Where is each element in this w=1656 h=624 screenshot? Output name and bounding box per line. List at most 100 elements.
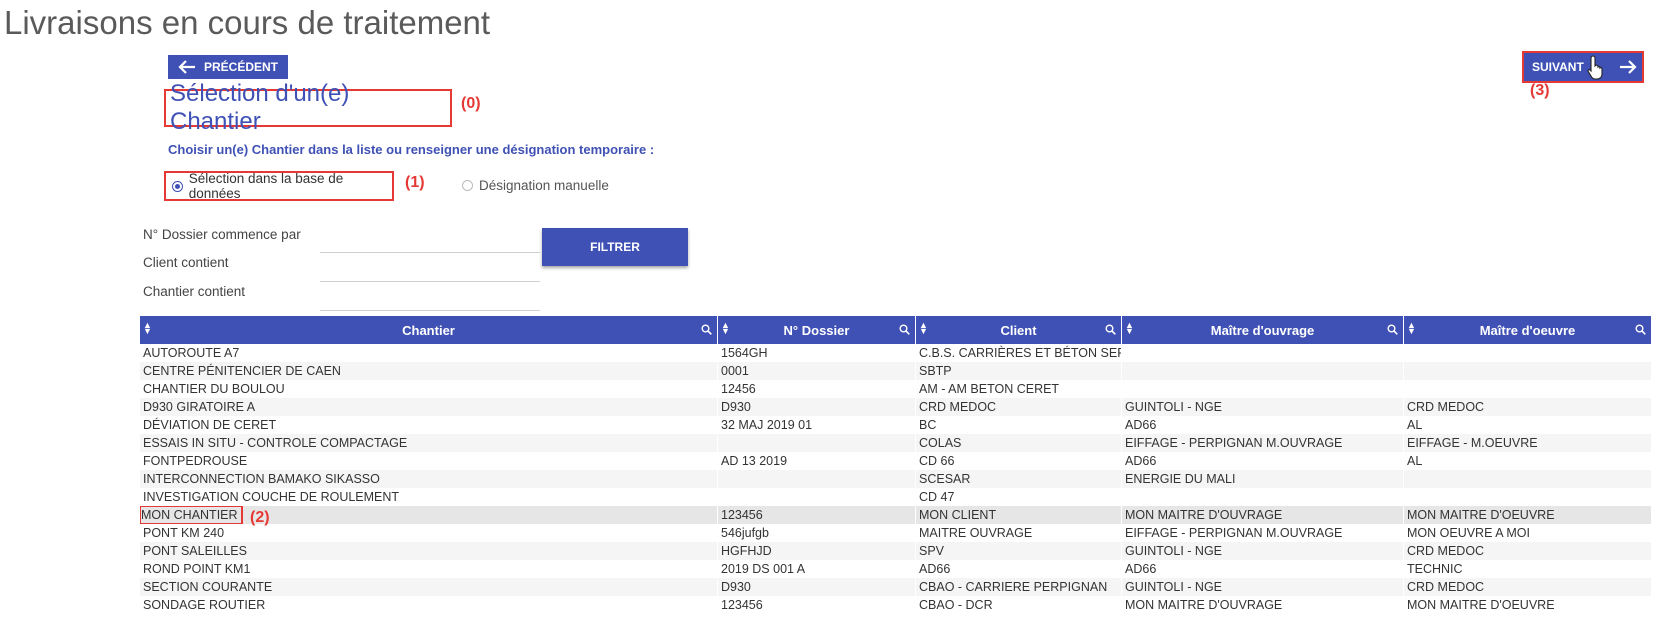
table-cell: CD 66 [916, 452, 1122, 470]
table-cell-text: SONDAGE ROUTIER [143, 598, 266, 612]
sort-icon[interactable]: ▲ ▼ [1125, 321, 1134, 336]
table-row[interactable]: FONTPEDROUSE AD 13 2019 CD 66 AD66 AL [140, 452, 1652, 470]
table-cell-text: AM - AM BETON CERET [919, 382, 1060, 396]
column-header-maitre-ouvrage[interactable]: ▲ ▼ Maître d'ouvrage [1122, 316, 1404, 344]
radio-database-selection[interactable]: Sélection dans la base de données [164, 171, 394, 201]
table-cell-text: 123456 [721, 508, 763, 522]
table-row[interactable]: PONT KM 240 546jufgb MAITRE OUVRAGE EIFFAGE… [140, 524, 1652, 542]
table-cell: AM - AM BETON CERET [916, 380, 1122, 398]
column-header-label: Maître d'oeuvre [1479, 322, 1576, 338]
table-cell-text: BC [919, 418, 937, 432]
table-cell: SONDAGE ROUTIER [140, 596, 718, 614]
table-cell: EIFFAGE - PERPIGNAN M.OUVRAGE [1122, 524, 1404, 542]
table-cell: SCESAR [916, 470, 1122, 488]
table-cell-text: AD66 [1125, 454, 1157, 468]
table-cell: HGFHJD [718, 542, 916, 560]
table-cell [1404, 362, 1652, 380]
filter-chantier-label: Chantier contient [143, 284, 246, 299]
table-cell: MON MAITRE D'OEUVRE [1404, 506, 1652, 524]
table-cell-text: AD66 [919, 562, 951, 576]
table-row[interactable]: PONT SALEILLES HGFHJD SPV GUINTOLI - NGE CRD… [140, 542, 1652, 560]
annotation-0: (0) [461, 95, 481, 112]
page-title: Livraisons en cours de traitement [4, 4, 491, 41]
table-cell [1122, 344, 1404, 362]
search-icon[interactable] [701, 324, 712, 335]
table-row[interactable]: D930 GIRATOIRE A D930 CRD MEDOC GUINTOLI - … [140, 398, 1652, 416]
next-button[interactable]: SUIVANT [1522, 51, 1644, 83]
table-cell: CENTRE PÉNITENCIER DE CAEN [140, 362, 718, 380]
table-cell: AL [1404, 416, 1652, 434]
table-cell: 546jufgb [718, 524, 916, 542]
search-icon[interactable] [1635, 324, 1646, 335]
sort-icon[interactable]: ▲ ▼ [721, 321, 730, 336]
table-cell: CRD MEDOC [1404, 542, 1652, 560]
table-cell-text: D930 [721, 580, 751, 594]
previous-button-label: PRÉCÉDENT [203, 60, 278, 74]
sort-icon[interactable]: ▲ ▼ [919, 321, 928, 336]
table-cell: INVESTIGATION COUCHE DE ROULEMENT [140, 488, 718, 506]
column-header-label: Maître d'ouvrage [1210, 322, 1315, 338]
column-header-label: Client [1000, 322, 1037, 338]
table-row[interactable]: ROND POINT KM1 2019 DS 001 A AD66 AD66 TECHN… [140, 560, 1652, 578]
filter-button[interactable]: FILTRER [542, 228, 688, 266]
table-cell-text: CRD MEDOC [1407, 580, 1485, 594]
sort-icon[interactable]: ▲ ▼ [143, 321, 152, 336]
table-cell: AD66 [916, 560, 1122, 578]
table-cell: TECHNIC [1404, 560, 1652, 578]
filter-dossier-label: N° Dossier commence par [143, 227, 301, 242]
previous-button[interactable]: PRÉCÉDENT [168, 55, 288, 79]
table-row[interactable]: AUTOROUTE A7 1564GH C.B.S. CARRIÈRES ET BÉ… [140, 344, 1652, 362]
table-row[interactable]: SECTION COURANTE D930 CBAO - CARRIERE PERP… [140, 578, 1652, 596]
radio-manual-designation[interactable]: Désignation manuelle [462, 178, 609, 193]
table-cell-text: 0001 [721, 364, 749, 378]
column-header-client[interactable]: ▲ ▼ Client [916, 316, 1122, 344]
table-row[interactable]: INTERCONNECTION BAMAKO SIKASSO SCESAR ENER… [140, 470, 1652, 488]
table-cell: D930 GIRATOIRE A [140, 398, 718, 416]
table-cell-text: CRD MEDOC [1407, 544, 1485, 558]
table-cell [718, 488, 916, 506]
table-row[interactable]: CENTRE PÉNITENCIER DE CAEN 0001 SBTP [140, 362, 1652, 380]
table-cell: COLAS [916, 434, 1122, 452]
table-cell-text: AD66 [1125, 418, 1157, 432]
column-header-chantier[interactable]: ▲ ▼ Chantier [140, 316, 718, 344]
table-cell [1404, 488, 1652, 506]
table-cell-text: EIFFAGE - M.OEUVRE [1407, 436, 1538, 450]
table-cell-text: CD 47 [919, 490, 955, 504]
column-header-maitre-oeuvre[interactable]: ▲ ▼ Maître d'oeuvre [1404, 316, 1652, 344]
table-cell: MON OEUVRE A MOI [1404, 524, 1652, 542]
search-icon[interactable] [1387, 324, 1398, 335]
table-cell-text: SPV [919, 544, 945, 558]
table-cell-text: 2019 DS 001 A [721, 562, 806, 576]
column-header-dossier[interactable]: ▲ ▼ N° Dossier [718, 316, 916, 344]
table-row[interactable]: CHANTIER DU BOULOU 12456 AM - AM BETON CER… [140, 380, 1652, 398]
table-cell-text: EIFFAGE - PERPIGNAN M.OUVRAGE [1125, 526, 1343, 540]
table-row[interactable]: DÉVIATION DE CERET 32 MAJ 2019 01 BC AD66 AL [140, 416, 1652, 434]
table-cell-text: MON CHANTIER [140, 506, 243, 524]
table-cell-text: FONTPEDROUSE [143, 454, 248, 468]
table-cell: AD66 [1122, 560, 1404, 578]
table-cell-text: ENERGIE DU MALI [1125, 472, 1236, 486]
table-cell-text: GUINTOLI - NGE [1125, 544, 1223, 558]
table-cell: PONT KM 240 [140, 524, 718, 542]
table-cell-text: AL [1407, 454, 1423, 468]
table-row[interactable]: MON CHANTIER 123456 MON CLIENT MON MAITRE D… [140, 506, 1652, 524]
table-row[interactable]: INVESTIGATION COUCHE DE ROULEMENT CD 47 [140, 488, 1652, 506]
radio-unchecked-icon [462, 180, 473, 191]
table-cell-text: D930 GIRATOIRE A [143, 400, 256, 414]
table-cell-text: CENTRE PÉNITENCIER DE CAEN [143, 364, 341, 378]
search-icon[interactable] [1105, 324, 1116, 335]
table-body: AUTOROUTE A7 1564GH C.B.S. CARRIÈRES ET BÉ… [140, 344, 1652, 614]
sort-icon[interactable]: ▲ ▼ [1407, 321, 1416, 336]
table-row[interactable]: SONDAGE ROUTIER 123456 CBAO - DCR MON MAITR… [140, 596, 1652, 614]
table-cell-text: SBTP [919, 364, 952, 378]
annotation-2: (2) [250, 509, 270, 526]
filter-client-input[interactable] [320, 257, 540, 282]
annotation-3: (3) [1530, 82, 1550, 99]
filter-chantier-input[interactable] [320, 286, 540, 311]
search-icon[interactable] [899, 324, 910, 335]
filter-dossier-input[interactable] [320, 228, 540, 253]
table-cell-text: D930 [721, 400, 751, 414]
filter-client-label: Client contient [143, 255, 229, 270]
table-row[interactable]: ESSAIS IN SITU - CONTROLE COMPACTAGE COLA… [140, 434, 1652, 452]
table-cell: AL [1404, 452, 1652, 470]
